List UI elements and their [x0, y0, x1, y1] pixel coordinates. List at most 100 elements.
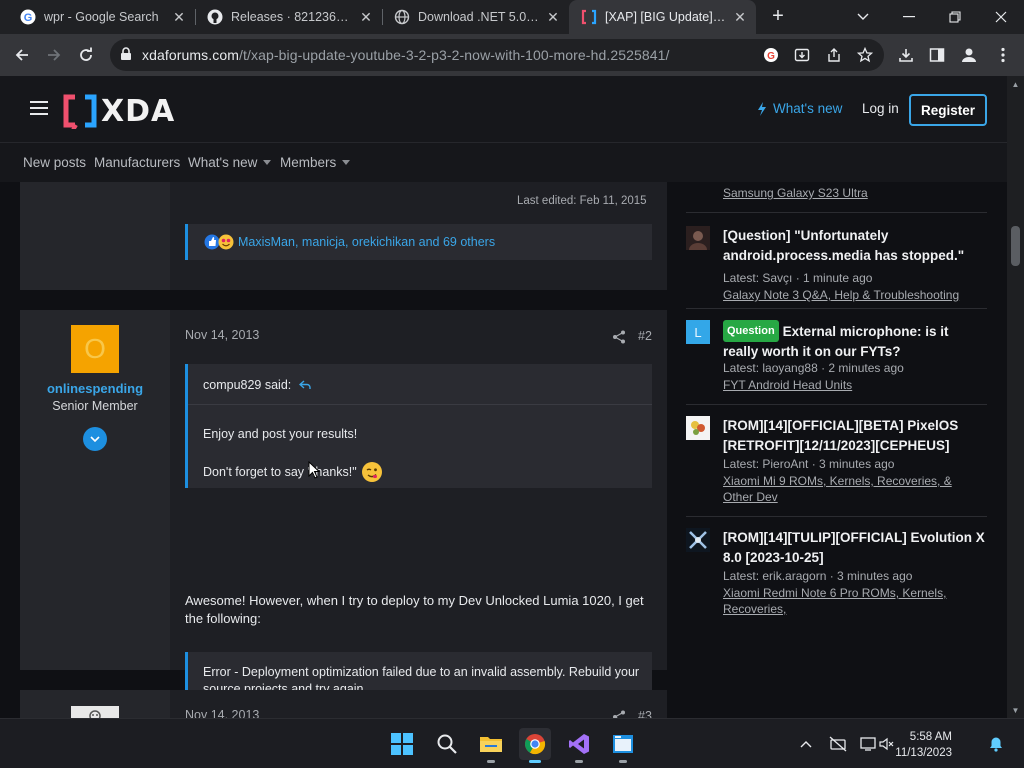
start-button[interactable]: [386, 728, 418, 760]
share-icon[interactable]: [612, 710, 626, 718]
quote-divider: [188, 404, 652, 405]
scroll-down-icon[interactable]: ▼: [1011, 706, 1020, 715]
bookmark-star-icon[interactable]: [855, 45, 875, 65]
sidebar-divider: [686, 308, 987, 309]
wink-emoji-icon: [361, 462, 382, 482]
app-window-button[interactable]: [607, 728, 639, 763]
post-date[interactable]: Nov 14, 2013: [185, 328, 259, 342]
chrome-button[interactable]: [519, 728, 551, 763]
page-scrollbar[interactable]: ▲ ▼: [1007, 76, 1024, 718]
login-link[interactable]: Log in: [862, 101, 899, 116]
expand-user-info-button[interactable]: [83, 427, 107, 451]
reload-button[interactable]: [74, 43, 98, 67]
kebab-menu-icon[interactable]: [993, 45, 1013, 65]
show-hidden-icons-button[interactable]: [797, 735, 815, 753]
post-number[interactable]: #3: [638, 709, 652, 718]
tab-search-button[interactable]: [840, 0, 886, 34]
xda-logo[interactable]: XDA: [63, 93, 175, 129]
quote-line-1: Enjoy and post your results!: [203, 427, 358, 441]
display-button[interactable]: [860, 735, 878, 753]
nav-manufacturers[interactable]: Manufacturers: [94, 155, 180, 170]
tab-google-search[interactable]: G wpr - Google Search ✕: [8, 0, 195, 34]
caret-down-icon: [263, 160, 272, 165]
robot-avatar-icon: [89, 710, 101, 718]
close-tab-icon[interactable]: ✕: [732, 9, 748, 25]
hamburger-menu-icon[interactable]: [30, 101, 48, 115]
close-tab-icon[interactable]: ✕: [545, 9, 561, 25]
quote-block: compu829 said: Enjoy and post your resul…: [185, 364, 652, 488]
share-icon[interactable]: [612, 330, 626, 344]
new-tab-button[interactable]: +: [767, 6, 789, 28]
tab-github-releases[interactable]: Releases · 8212369/WP ✕: [195, 0, 382, 34]
caret-down-icon: [342, 160, 351, 165]
quote-header[interactable]: compu829 said:: [203, 378, 311, 392]
close-tab-icon[interactable]: ✕: [171, 9, 187, 25]
tab-dotnet-download[interactable]: Download .NET 5.0 Dev ✕: [382, 0, 569, 34]
sidebar-divider: [686, 212, 987, 213]
sidebar-thread-2[interactable]: L Question External microphone: is it rea…: [686, 320, 987, 398]
thread-forum[interactable]: Galaxy Note 3 Q&A, Help & Troubleshootin…: [723, 287, 985, 303]
google-icon: G: [20, 9, 36, 25]
avatar[interactable]: O: [71, 325, 119, 373]
register-button[interactable]: Register: [909, 94, 987, 126]
nav-members[interactable]: Members: [280, 155, 351, 170]
thread-forum[interactable]: FYT Android Head Units: [723, 377, 985, 393]
thread-meta: Latest: PieroAnt · 3 minutes ago: [723, 457, 895, 471]
post-number[interactable]: #2: [638, 329, 652, 343]
side-panel-icon[interactable]: [927, 45, 947, 65]
close-tab-icon[interactable]: ✕: [358, 9, 374, 25]
file-explorer-button[interactable]: [475, 728, 507, 763]
username[interactable]: onlinespending: [20, 381, 170, 396]
avatar[interactable]: [71, 706, 119, 718]
post-date[interactable]: Nov 14, 2013: [185, 708, 259, 718]
folder-icon: [480, 737, 502, 752]
thread-forum[interactable]: Xiaomi Mi 9 ROMs, Kernels, Recoveries, &…: [723, 473, 985, 505]
close-window-button[interactable]: [978, 0, 1024, 34]
user-pane: O onlinespending Senior Member: [20, 310, 170, 670]
sidebar-divider: [686, 516, 987, 517]
tab-xda-active[interactable]: [XAP] [BIG Update] You ✕: [569, 0, 756, 34]
sidebar-forum-link[interactable]: Samsung Galaxy S23 Ultra: [723, 186, 868, 200]
scrollbar-thumb[interactable]: [1011, 226, 1020, 266]
network-status-button[interactable]: [829, 735, 847, 753]
thread-title[interactable]: [Question] "Unfortunately android.proces…: [723, 226, 985, 266]
address-bar[interactable]: xdaforums.com/t/xap-big-update-youtube-3…: [110, 39, 884, 71]
scroll-up-icon[interactable]: ▲: [1011, 80, 1020, 89]
share-icon[interactable]: [824, 45, 844, 65]
web-page: XDA What's new Log in Register New posts…: [0, 76, 1007, 718]
nav-whats-new[interactable]: What's new: [188, 155, 272, 170]
thread-title[interactable]: [ROM][14][TULIP][OFFICIAL] Evolution X 8…: [723, 528, 985, 568]
thread-title-row[interactable]: Question External microphone: is it reall…: [723, 320, 985, 362]
sidebar-thread-1[interactable]: [Question] "Unfortunately android.proces…: [686, 226, 987, 306]
visual-studio-button[interactable]: [563, 728, 595, 763]
svg-text:G: G: [767, 51, 775, 62]
thread-title[interactable]: [ROM][14][OFFICIAL][BETA] PixelOS [RETRO…: [723, 416, 985, 456]
forward-button[interactable]: [42, 43, 66, 67]
like-reaction-icon: [204, 234, 234, 255]
windows-taskbar: 5:58 AM 11/13/2023: [0, 718, 1024, 768]
nav-new-posts[interactable]: New posts: [23, 155, 86, 170]
chrome-icon: [525, 734, 546, 755]
github-icon: [207, 9, 223, 25]
post-body-text: Awesome! However, when I try to deploy t…: [185, 593, 644, 626]
globe-icon: [394, 9, 410, 25]
back-button[interactable]: [10, 43, 34, 67]
install-app-icon[interactable]: [792, 45, 812, 65]
system-clock[interactable]: 5:58 AM 11/13/2023: [892, 729, 952, 761]
downloads-icon[interactable]: [896, 45, 916, 65]
profile-icon[interactable]: [959, 45, 979, 65]
restore-button[interactable]: [932, 0, 978, 34]
whats-new-link[interactable]: What's new: [757, 101, 842, 116]
sidebar-thread-3[interactable]: [ROM][14][OFFICIAL][BETA] PixelOS [RETRO…: [686, 416, 987, 520]
reaction-bar[interactable]: MaxisMan, manicja, orekichikan and 69 ot…: [185, 224, 652, 260]
tab-strip: G wpr - Google Search ✕ Releases · 82123…: [0, 0, 1024, 34]
notifications-button[interactable]: [987, 735, 1005, 753]
google-lens-icon[interactable]: G: [761, 45, 781, 65]
tab-title: wpr - Google Search: [44, 10, 159, 24]
reaction-users[interactable]: MaxisMan, manicja, orekichikan and 69 ot…: [238, 235, 495, 249]
sidebar-thread-4[interactable]: [ROM][14][TULIP][OFFICIAL] Evolution X 8…: [686, 528, 987, 628]
thread-forum[interactable]: Xiaomi Redmi Note 6 Pro ROMs, Kernels, R…: [723, 585, 985, 617]
minimize-button[interactable]: [886, 0, 932, 34]
search-button[interactable]: [431, 728, 463, 760]
post-1: Last edited: Feb 11, 2015 MaxisMan, mani…: [20, 182, 667, 290]
